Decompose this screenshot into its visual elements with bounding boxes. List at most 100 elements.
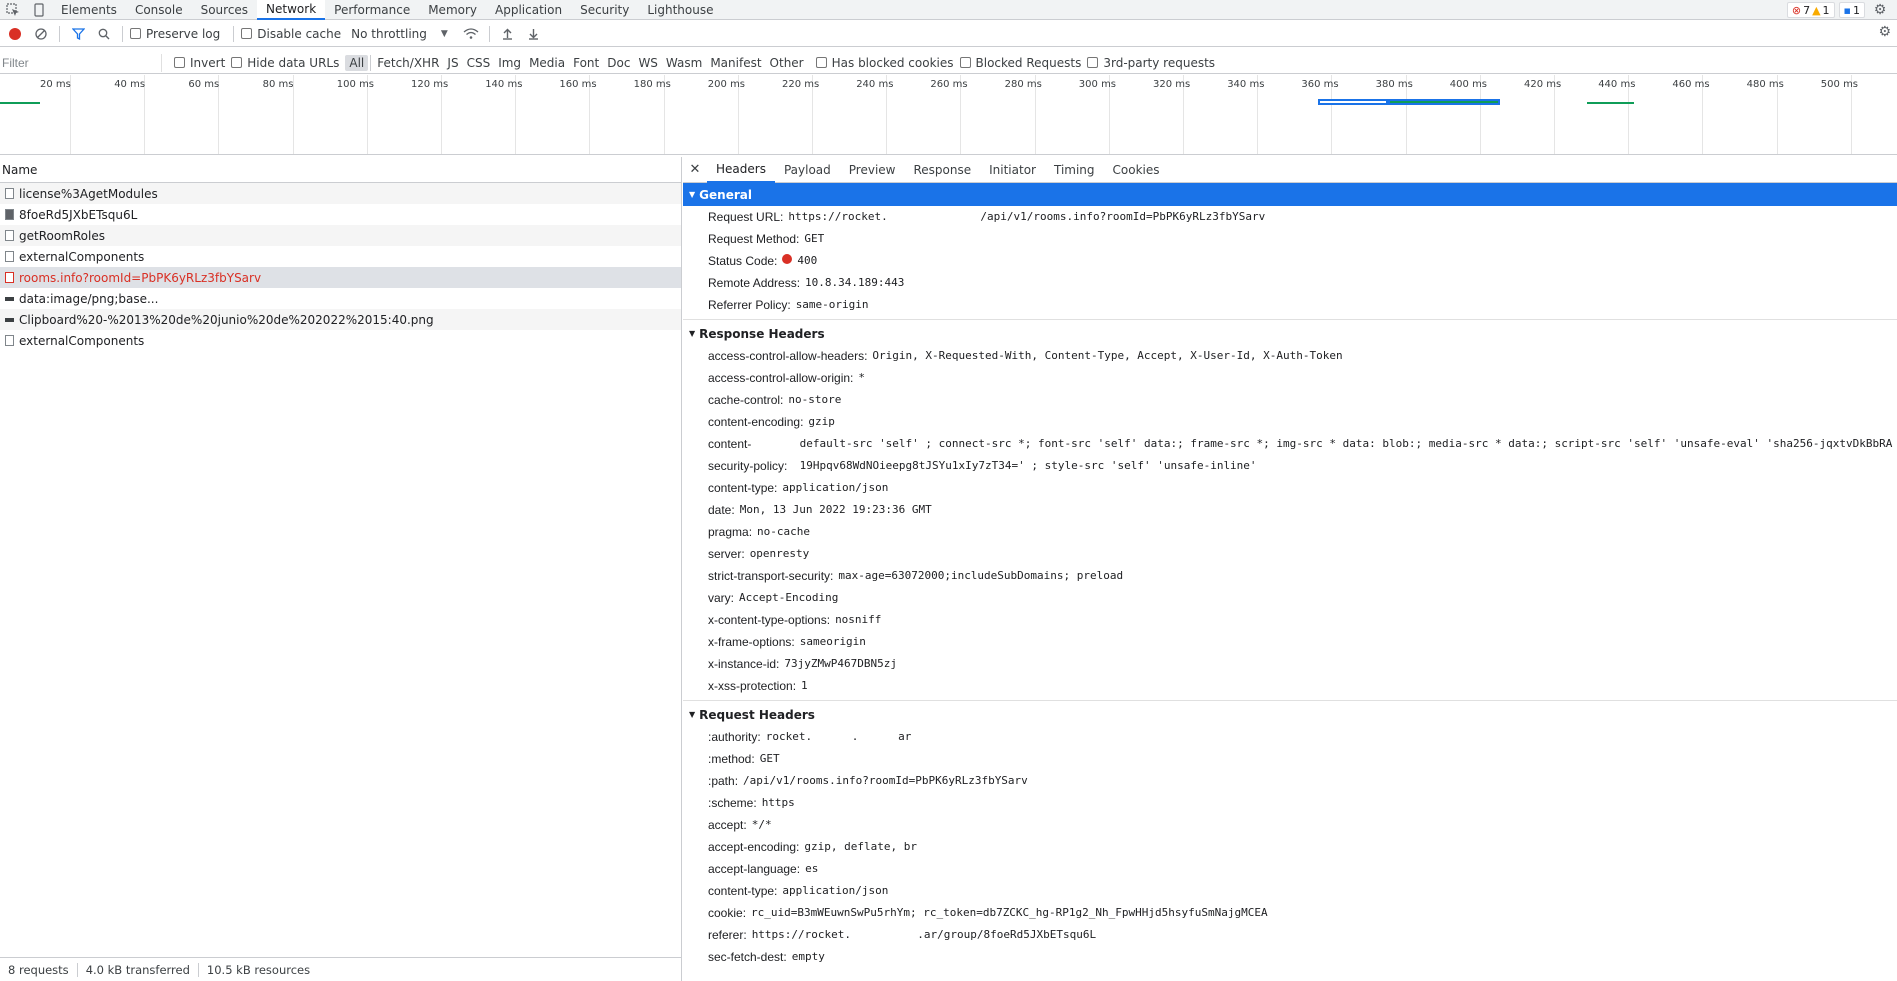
tab-elements[interactable]: Elements (52, 0, 126, 20)
filter-type-js[interactable]: JS (443, 55, 462, 71)
checkbox-box[interactable] (174, 57, 185, 68)
tab-timing[interactable]: Timing (1045, 157, 1104, 183)
checkbox-box[interactable] (815, 57, 827, 68)
checkbox-box[interactable] (241, 28, 253, 39)
tab-initiator[interactable]: Initiator (980, 157, 1045, 183)
export-har-icon[interactable] (523, 23, 545, 45)
messages-badge[interactable]: ▪ 1 (1838, 2, 1865, 18)
network-conditions-icon[interactable] (460, 23, 482, 45)
tab-performance[interactable]: Performance (325, 0, 419, 20)
header-row: :authority: rocket. . ar (683, 726, 1897, 748)
disable-cache-label: Disable cache (257, 26, 342, 41)
clear-icon[interactable] (30, 23, 52, 45)
close-details-icon[interactable]: ✕ (683, 162, 707, 177)
disable-cache-checkbox[interactable]: Disable cache (241, 27, 341, 41)
header-row: :path: /api/v1/rooms.info?roomId=PbPK6yRL… (683, 770, 1897, 792)
tab-network[interactable]: Network (257, 0, 326, 20)
network-settings-gear-icon[interactable]: ⚙ (1878, 24, 1891, 40)
filter-input[interactable] (0, 53, 162, 72)
request-row[interactable]: externalComponents (0, 246, 681, 267)
general-row-request-method: Request Method: GET (683, 228, 1897, 250)
general-section-header[interactable]: ▼ General (683, 183, 1897, 206)
response-headers-section-header[interactable]: ▼ Response Headers (683, 322, 1897, 345)
request-name: Clipboard%20-%2013%20de%20junio%20de%202… (19, 312, 434, 327)
tab-response[interactable]: Response (904, 157, 980, 183)
document-file-icon (5, 188, 14, 199)
tab-security[interactable]: Security (571, 0, 638, 20)
throttling-select[interactable]: No throttling ▼ (351, 27, 448, 41)
timeline-tick-label: 120 ms (411, 79, 449, 90)
timeline-tick-label: 360 ms (1301, 79, 1339, 90)
third-party-requests-checkbox[interactable]: 3rd-party requests (1087, 56, 1215, 70)
request-row[interactable]: externalComponents (0, 330, 681, 351)
header-name: vary: (708, 591, 735, 605)
tab-preview[interactable]: Preview (840, 157, 905, 183)
tab-headers[interactable]: Headers (707, 157, 775, 183)
filter-type-fetch-xhr[interactable]: Fetch/XHR (373, 55, 443, 71)
request-headers-section-header[interactable]: ▼ Request Headers (683, 703, 1897, 726)
request-row[interactable]: rooms.info?roomId=PbPK6yRLz3fbYSarv (0, 267, 681, 288)
header-name: content-encoding: (708, 415, 804, 429)
network-status-bar: 8 requests 4.0 kB transferred 10.5 kB re… (0, 957, 682, 981)
timeline-tick-label: 100 ms (336, 79, 375, 90)
filter-type-doc[interactable]: Doc (603, 55, 634, 71)
filter-type-media[interactable]: Media (525, 55, 569, 71)
tab-application[interactable]: Application (486, 0, 571, 20)
header-row: accept-encoding: gzip, deflate, br (683, 836, 1897, 858)
throttling-value: No throttling (351, 26, 427, 41)
document-file-icon (5, 230, 14, 241)
transferred-size: 4.0 kB transferred (78, 962, 199, 977)
header-name: :scheme: (708, 796, 757, 810)
tab-cookies[interactable]: Cookies (1104, 157, 1169, 183)
tab-payload[interactable]: Payload (775, 157, 840, 183)
header-value: 10.8.34.189:443 (805, 276, 905, 289)
blocked-requests-checkbox[interactable]: Blocked Requests (959, 56, 1081, 70)
issues-badge[interactable]: ⊗ 7 ▲ 1 (1786, 2, 1835, 18)
search-icon[interactable] (93, 23, 115, 45)
request-row[interactable]: Clipboard%20-%2013%20de%20junio%20de%202… (0, 309, 681, 330)
filter-icon[interactable] (67, 23, 89, 45)
preserve-log-checkbox[interactable]: Preserve log (130, 27, 220, 41)
tab-lighthouse[interactable]: Lighthouse (638, 0, 722, 20)
error-icon: ⊗ (1791, 3, 1802, 17)
timeline-overview[interactable]: 20 ms 40 ms 60 ms 80 ms 100 ms 120 ms 140 ms 16… (0, 75, 1897, 155)
checkbox-box[interactable] (231, 57, 243, 68)
filter-type-other[interactable]: Other (766, 55, 808, 71)
filter-type-css[interactable]: CSS (463, 55, 495, 71)
header-value: application/json (782, 481, 889, 494)
filter-type-wasm[interactable]: Wasm (662, 55, 706, 71)
tab-memory[interactable]: Memory (419, 0, 486, 20)
filter-type-all[interactable]: All (345, 54, 369, 71)
filter-type-ws[interactable]: WS (634, 55, 661, 71)
hide-data-urls-checkbox[interactable]: Hide data URLs (231, 56, 339, 70)
toolbar-divider (122, 25, 123, 42)
header-row: server: openresty (683, 543, 1897, 565)
filter-type-font[interactable]: Font (569, 55, 603, 71)
filter-type-img[interactable]: Img (494, 55, 525, 71)
header-name: :path: (708, 774, 739, 788)
header-value: GET (759, 752, 780, 765)
filter-type-manifest[interactable]: Manifest (706, 55, 765, 71)
inspect-element-icon[interactable] (0, 0, 26, 20)
invert-checkbox[interactable]: Invert (174, 56, 225, 70)
status-error-icon (782, 254, 793, 264)
header-name: Referrer Policy: (708, 298, 791, 312)
request-row[interactable]: data:image/png;base... (0, 288, 681, 309)
checkbox-box[interactable] (959, 57, 971, 68)
request-row[interactable]: getRoomRoles (0, 225, 681, 246)
request-row[interactable]: 8foeRd5JXbETsqu6L (0, 204, 681, 225)
record-icon[interactable] (4, 23, 26, 45)
name-column-header[interactable]: Name (0, 157, 681, 183)
device-toolbar-icon[interactable] (26, 0, 52, 20)
import-har-icon[interactable] (497, 23, 519, 45)
tab-console[interactable]: Console (126, 0, 192, 20)
checkbox-box[interactable] (130, 28, 141, 39)
header-row: x-frame-options: sameorigin (683, 631, 1897, 653)
tab-sources[interactable]: Sources (192, 0, 257, 20)
request-row[interactable]: license%3AgetModules (0, 183, 681, 204)
settings-gear-icon[interactable]: ⚙ (1869, 0, 1891, 21)
header-name: Request URL: (708, 210, 784, 224)
checkbox-box[interactable] (1087, 57, 1099, 68)
has-blocked-cookies-checkbox[interactable]: Has blocked cookies (815, 56, 954, 70)
header-value: same-origin (795, 298, 869, 311)
